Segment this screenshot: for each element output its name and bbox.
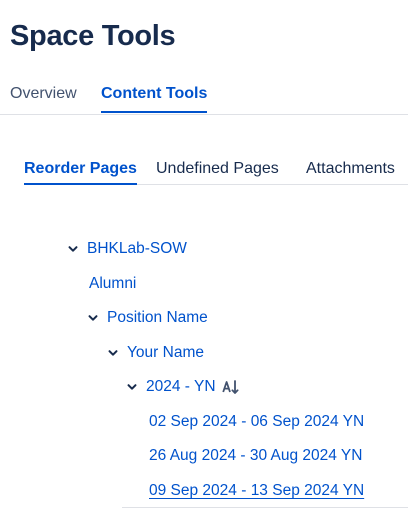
tree-item-week: 26 Aug 2024 - 30 Aug 2024 YN xyxy=(149,445,362,467)
tree-item-root: BHKLab-SOW xyxy=(67,238,187,260)
tree-item-label[interactable]: 09 Sep 2024 - 13 Sep 2024 YN xyxy=(149,482,364,500)
tab-overview[interactable]: Overview xyxy=(10,84,77,104)
page-title: Space Tools xyxy=(10,20,176,52)
tree-item-label[interactable]: Your Name xyxy=(127,344,204,362)
chevron-down-icon[interactable] xyxy=(126,381,138,393)
tree-item-label[interactable]: 2024 - YN xyxy=(146,378,216,396)
tree-item-week: 02 Sep 2024 - 06 Sep 2024 YN xyxy=(149,411,364,433)
tab-undefined-pages[interactable]: Undefined Pages xyxy=(156,159,279,179)
tree-item-label[interactable]: Alumni xyxy=(89,275,136,293)
main-tabs: Overview Content Tools xyxy=(0,84,408,115)
tab-reorder-pages[interactable]: Reorder Pages xyxy=(24,159,137,185)
tree-item-label[interactable]: 26 Aug 2024 - 30 Aug 2024 YN xyxy=(149,447,362,465)
space-tools-page: Space Tools Overview Content Tools Reord… xyxy=(0,0,408,511)
chevron-down-icon[interactable] xyxy=(87,312,99,324)
tree-item-position: Position Name xyxy=(87,307,208,329)
tab-attachments[interactable]: Attachments xyxy=(306,159,395,179)
tree-item-label[interactable]: 02 Sep 2024 - 06 Sep 2024 YN xyxy=(149,413,364,431)
tree-item-label[interactable]: BHKLab-SOW xyxy=(87,240,187,258)
tree-item-your-name: Your Name xyxy=(107,342,204,364)
chevron-down-icon[interactable] xyxy=(107,347,119,359)
tree-item-year: 2024 - YN xyxy=(126,376,240,398)
tree-item-alumni: Alumni xyxy=(89,273,136,295)
divider xyxy=(122,507,408,508)
sub-tabs: Reorder Pages Undefined Pages Attachment… xyxy=(0,159,408,185)
tab-content-tools[interactable]: Content Tools xyxy=(101,84,208,113)
sort-alpha-icon[interactable] xyxy=(221,378,240,396)
tree-item-label[interactable]: Position Name xyxy=(107,309,208,327)
chevron-down-icon[interactable] xyxy=(67,243,79,255)
tree-item-week: 09 Sep 2024 - 13 Sep 2024 YN xyxy=(149,480,364,502)
